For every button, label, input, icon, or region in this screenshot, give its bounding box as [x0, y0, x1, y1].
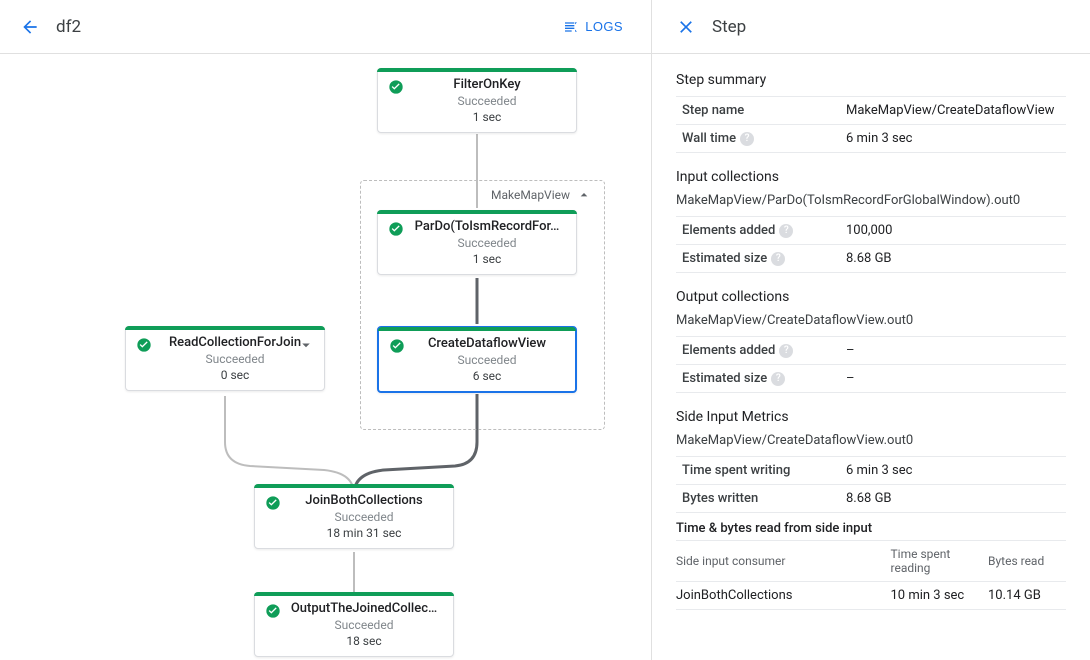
help-icon[interactable]: ?: [771, 252, 785, 266]
node-pardo[interactable]: ParDo(ToIsmRecordFor… Succeeded 1 sec: [377, 210, 577, 275]
section-output-collections: Output collections: [676, 289, 1066, 305]
input-table: Elements added? 100,000 Estimated size? …: [676, 216, 1066, 273]
logs-icon: [563, 19, 579, 35]
logs-button[interactable]: LOGS: [555, 13, 631, 41]
side-write-table: Time spent writing 6 min 3 sec Bytes wri…: [676, 456, 1066, 513]
help-icon[interactable]: ?: [771, 372, 785, 386]
node-outputjoined[interactable]: OutputTheJoinedCollec… Succeeded 18 sec: [254, 592, 454, 657]
side-read-table: Side input consumer Time spent reading B…: [676, 540, 1066, 610]
chevron-up-icon: [576, 187, 592, 203]
check-icon: [388, 221, 404, 237]
page-title: df2: [56, 17, 81, 37]
logs-label: LOGS: [585, 19, 623, 34]
arrow-left-icon: [20, 17, 40, 37]
side-read-title: Time & bytes read from side input: [676, 521, 1066, 536]
graph-canvas[interactable]: MakeMapView FilterOnKey Succeeded 1 sec …: [0, 54, 651, 660]
detail-title: Step: [712, 17, 746, 37]
section-side-input: Side Input Metrics: [676, 409, 1066, 425]
detail-header: Step: [652, 0, 1090, 54]
output-table: Elements added? – Estimated size? –: [676, 336, 1066, 393]
side-path: MakeMapView/CreateDataflowView.out0: [676, 433, 1066, 448]
close-button[interactable]: [670, 11, 702, 43]
node-joinbothcollections[interactable]: JoinBothCollections Succeeded 18 min 31 …: [254, 484, 454, 549]
check-icon: [265, 495, 281, 511]
help-icon[interactable]: ?: [779, 344, 793, 358]
section-step-summary: Step summary: [676, 72, 1066, 88]
node-readcollectionforjoin[interactable]: ReadCollectionForJoin Succeeded 0 sec: [125, 326, 325, 391]
help-icon[interactable]: ?: [740, 132, 754, 146]
check-icon: [265, 603, 281, 619]
close-icon: [676, 17, 696, 37]
check-icon: [136, 337, 152, 353]
expand-button[interactable]: [296, 335, 316, 355]
group-label[interactable]: MakeMapView: [491, 187, 592, 203]
input-path: MakeMapView/ParDo(ToIsmRecordForGlobalWi…: [676, 193, 1066, 208]
back-button[interactable]: [12, 9, 48, 45]
header: df2 LOGS: [0, 0, 651, 54]
chevron-down-icon: [297, 336, 315, 354]
output-path: MakeMapView/CreateDataflowView.out0: [676, 313, 1066, 328]
check-icon: [388, 79, 404, 95]
step-summary-table: Step name MakeMapView/CreateDataflowView…: [676, 96, 1066, 153]
check-icon: [389, 338, 405, 354]
section-input-collections: Input collections: [676, 169, 1066, 185]
node-createdataflowview[interactable]: CreateDataflowView Succeeded 6 sec: [377, 326, 577, 393]
node-filteronkey[interactable]: FilterOnKey Succeeded 1 sec: [377, 68, 577, 133]
help-icon[interactable]: ?: [779, 224, 793, 238]
